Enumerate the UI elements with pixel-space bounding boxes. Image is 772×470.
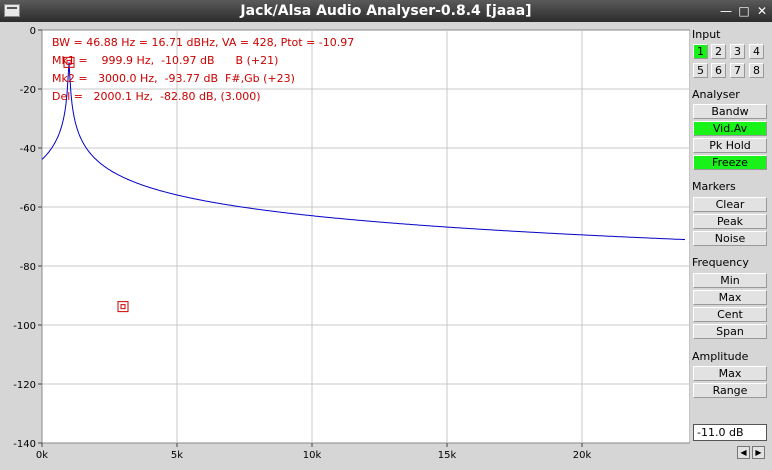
maximize-icon[interactable]: □ bbox=[736, 3, 752, 19]
frequency-min-button[interactable]: Min bbox=[693, 273, 767, 288]
x-tick-label: 10k bbox=[303, 450, 322, 461]
pk-hold-button[interactable]: Pk Hold bbox=[693, 138, 767, 153]
input-button-2[interactable]: 2 bbox=[711, 44, 726, 59]
control-panel: Input 1 2 3 4 5 6 7 8 Analyser Bandw Vid… bbox=[690, 22, 772, 470]
amplitude-value-field[interactable]: -11.0 dB bbox=[693, 424, 767, 441]
input-button-1[interactable]: 1 bbox=[693, 44, 708, 59]
title-bar[interactable]: Jack/Alsa Audio Analyser-0.8.4 [jaaa] — … bbox=[0, 0, 772, 22]
close-icon[interactable]: ✕ bbox=[754, 3, 770, 19]
readout-line-3: Mk2 = 3000.0 Hz, -93.77 dB F#,Gb (+23) bbox=[52, 72, 295, 85]
frequency-max-button[interactable]: Max bbox=[693, 290, 767, 305]
spectrum-chart[interactable]: 0 -20 -40 -60 -80 -100 -120 -1400k 5k 10k 15k 20k B… bbox=[0, 22, 690, 470]
frequency-section-label: Frequency bbox=[692, 256, 749, 269]
minimize-icon[interactable]: — bbox=[718, 3, 734, 19]
y-tick-label: -80 bbox=[20, 262, 36, 273]
x-tick-label: 20k bbox=[573, 450, 592, 461]
amplitude-section-label: Amplitude bbox=[692, 350, 749, 363]
scroll-left-icon[interactable]: ◀ bbox=[737, 446, 750, 459]
y-tick-label: 0 bbox=[30, 26, 36, 37]
amplitude-max-button[interactable]: Max bbox=[693, 366, 767, 381]
readout-line-2: Mk1 = 999.9 Hz, -10.97 dB B (+21) bbox=[52, 54, 278, 67]
y-tick-label: -40 bbox=[20, 144, 36, 155]
x-tick-label: 15k bbox=[438, 450, 457, 461]
analyser-section-label: Analyser bbox=[692, 88, 740, 101]
amplitude-range-button[interactable]: Range bbox=[693, 383, 767, 398]
input-button-7[interactable]: 7 bbox=[730, 63, 745, 78]
x-tick-label: 5k bbox=[171, 450, 183, 461]
input-button-8[interactable]: 8 bbox=[749, 63, 764, 78]
y-tick-label: -120 bbox=[13, 380, 36, 391]
markers-section-label: Markers bbox=[692, 180, 736, 193]
readout-line-1: BW = 46.88 Hz = 16.71 dBHz, VA = 428, Pt… bbox=[52, 36, 354, 49]
readout-line-4: Del = 2000.1 Hz, -82.80 dB, (3.000) bbox=[52, 90, 261, 103]
markers-clear-button[interactable]: Clear bbox=[693, 197, 767, 212]
y-tick-label: -140 bbox=[13, 439, 36, 450]
freeze-button[interactable]: Freeze bbox=[693, 155, 767, 170]
input-button-6[interactable]: 6 bbox=[711, 63, 726, 78]
x-tick-label: 0k bbox=[36, 450, 48, 461]
input-button-3[interactable]: 3 bbox=[730, 44, 745, 59]
input-button-4[interactable]: 4 bbox=[749, 44, 764, 59]
frequency-cent-button[interactable]: Cent bbox=[693, 307, 767, 322]
scroll-right-icon[interactable]: ▶ bbox=[752, 446, 765, 459]
y-tick-label: -20 bbox=[20, 85, 36, 96]
vid-av-button[interactable]: Vid.Av bbox=[693, 121, 767, 136]
input-section-label: Input bbox=[692, 28, 721, 41]
markers-noise-button[interactable]: Noise bbox=[693, 231, 767, 246]
window-title: Jack/Alsa Audio Analyser-0.8.4 [jaaa] bbox=[240, 3, 532, 19]
y-tick-label: -60 bbox=[20, 203, 36, 214]
frequency-span-button[interactable]: Span bbox=[693, 324, 767, 339]
bandw-button[interactable]: Bandw bbox=[693, 104, 767, 119]
markers-peak-button[interactable]: Peak bbox=[693, 214, 767, 229]
input-button-5[interactable]: 5 bbox=[693, 63, 708, 78]
spectrum-plot-area[interactable]: 0 -20 -40 -60 -80 -100 -120 -140 0k 5k 10k 15k 20k B… bbox=[0, 22, 690, 470]
y-tick-label: -100 bbox=[13, 321, 36, 332]
